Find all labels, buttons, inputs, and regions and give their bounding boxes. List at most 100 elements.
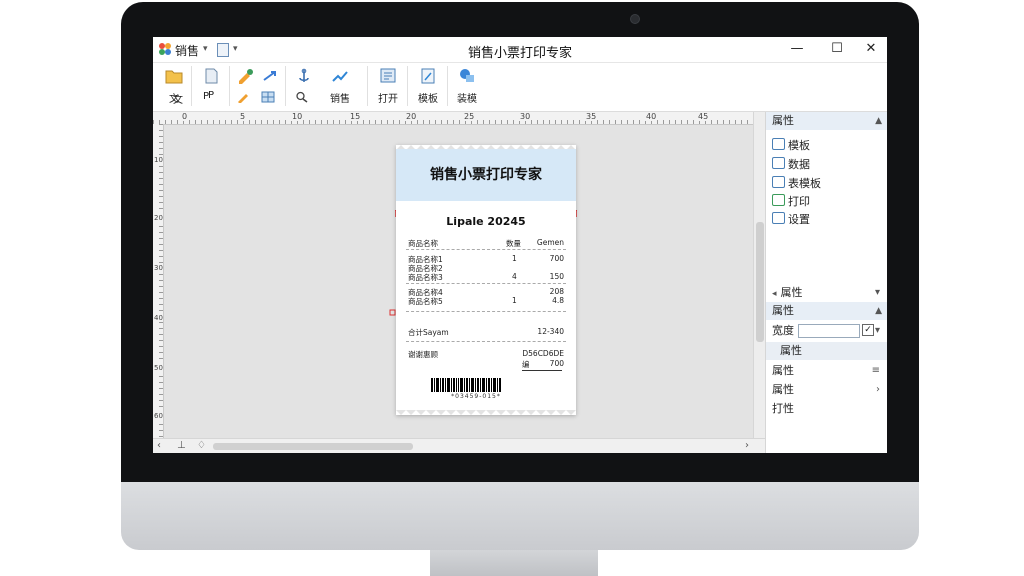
panel-section-header[interactable]: 属性 ▲ <box>766 302 887 320</box>
ribbon-button-shapes[interactable]: 装模 <box>452 66 482 106</box>
ribbon-toolbar: 文 P 销售 打开 模板 装模 文 P <box>153 63 887 112</box>
divider <box>406 341 566 342</box>
printer-icon <box>380 68 396 83</box>
divider <box>406 311 566 312</box>
ribbon-group-print: 打开 <box>369 66 408 106</box>
panel-item-settings[interactable]: 设置 <box>772 212 810 228</box>
horizontal-scrollbar[interactable]: ‹ ⊥ ♢ › <box>153 438 765 453</box>
checkbox[interactable]: ✓ <box>862 324 874 336</box>
anchor-icon <box>299 68 309 82</box>
chevron-right-icon: › <box>876 384 880 395</box>
chevron-down-icon: ▾ <box>874 325 880 336</box>
ruler-mark: 10 <box>154 156 163 164</box>
divider <box>406 249 566 250</box>
ruler-mark: 40 <box>645 112 658 121</box>
ruler-mark: 35 <box>585 112 598 121</box>
edit-shapes-icon <box>239 69 253 84</box>
receipt-subtitle: Lipale 20245 <box>446 215 526 228</box>
scroll-thumb[interactable] <box>213 443 413 450</box>
scroll-right-icon[interactable]: › <box>745 440 749 451</box>
ruler-mark: 30 <box>154 264 163 272</box>
print-icon <box>772 194 785 206</box>
ribbon-button-sales[interactable]: 销售 <box>325 66 355 106</box>
chevron-up-icon: ▲ <box>875 306 882 316</box>
receipt-header-row: 商品名称 数量 Gemen <box>408 238 564 248</box>
title-bar: 销售 ▾ ▾ 销售小票打印专家 — ☐ ✕ <box>153 37 887 63</box>
ribbon-button-open-print[interactable]: 打开 <box>373 66 403 106</box>
panel-item-data[interactable]: 数据 <box>772 157 810 173</box>
receipt-preview[interactable]: 销售小票打印专家 Lipale 20245 商品名称 数量 Gemen 商品名称… <box>396 145 576 415</box>
ruler-mark: 20 <box>154 214 163 222</box>
minimize-button[interactable]: — <box>785 40 809 58</box>
scroll-left-icon[interactable]: ‹ <box>157 440 161 451</box>
ribbon-group-page: P <box>193 66 230 106</box>
panel-row[interactable]: 打性 <box>772 400 882 418</box>
magnify-icon[interactable] <box>295 91 309 103</box>
ribbon-button-template[interactable]: 模板 <box>413 66 443 106</box>
data-icon <box>772 157 785 169</box>
panel-field-row: 宽度 ✓ ▾ <box>772 322 882 340</box>
bell-icon[interactable]: ♢ <box>197 440 206 451</box>
ribbon-button-page[interactable]: P <box>196 66 226 106</box>
panel-collapse-row[interactable]: ◂ 属性 ▾ <box>772 284 882 302</box>
chart-up-icon <box>332 71 348 82</box>
panel-item-template[interactable]: 模板 <box>772 138 810 154</box>
menu-icon: ≡ <box>871 365 880 376</box>
properties-panel: 属性▲ 模板 数据 表模板 打印 设置 ◂属性 ▾ 属性▲ 宽度 ✓ ▾ <box>765 112 887 453</box>
shapes-icon <box>460 69 474 82</box>
width-field[interactable] <box>798 324 860 338</box>
ruler-mark: 25 <box>463 112 476 121</box>
grid-icon[interactable] <box>261 91 275 103</box>
chevron-left-icon: ◂ <box>772 289 777 299</box>
folder-icon <box>165 70 183 84</box>
ruler-mark: 40 <box>154 314 163 322</box>
pin-icon[interactable]: ⊥ <box>177 440 186 451</box>
panel-section-header[interactable]: 属性 <box>766 342 887 360</box>
table-icon <box>772 176 785 188</box>
receipt-total: 合计Sayam 12-340 <box>408 327 564 337</box>
barcode <box>431 378 501 392</box>
file-icon <box>205 68 218 84</box>
settings-icon <box>772 212 785 224</box>
ruler-mark: 15 <box>349 112 362 121</box>
ruler-mark: 45 <box>697 112 710 121</box>
receipt-torn-edge <box>396 410 576 415</box>
ruler-mark: 20 <box>405 112 418 121</box>
divider <box>406 283 566 284</box>
panel-item-table[interactable]: 表模板 <box>772 176 821 192</box>
ribbon-button-pen[interactable]: P <box>203 91 209 102</box>
receipt-footer: 谢谢惠顾 D56CD6DE <box>408 349 564 359</box>
receipt-footer-sub: 编 700 <box>522 359 564 369</box>
ruler-mark: 60 <box>154 412 163 420</box>
panel-row[interactable]: 属性 ≡ <box>772 362 882 380</box>
ribbon-group-shapes: 装模 <box>449 66 485 106</box>
ribbon-button-text[interactable]: 文 <box>173 91 183 106</box>
receipt-item: 商品名称5 1 4.8 <box>408 296 564 306</box>
crop-mark <box>389 309 396 316</box>
app-window: 销售 ▾ ▾ 销售小票打印专家 — ☐ ✕ 文 P 销售 打开 模板 装模 文 … <box>153 37 887 453</box>
pencil-icon[interactable] <box>237 91 251 103</box>
template-icon <box>421 68 435 84</box>
arrow-icon <box>263 71 276 81</box>
ribbon-group-template: 模板 <box>409 66 448 106</box>
ruler-mark: 0 <box>181 112 189 121</box>
horizontal-ruler: 0 5 10 15 20 25 30 35 40 45 <box>153 112 753 125</box>
close-button[interactable]: ✕ <box>859 40 883 58</box>
monitor-chin <box>121 482 919 550</box>
ruler-mark: 30 <box>519 112 532 121</box>
template-icon <box>772 138 785 150</box>
webcam <box>630 14 640 24</box>
barcode-text: *03459-015* <box>451 393 501 400</box>
scroll-thumb[interactable] <box>756 222 764 342</box>
panel-row[interactable]: 属性 › <box>772 381 882 399</box>
underline <box>522 370 562 371</box>
maximize-button[interactable]: ☐ <box>825 40 849 58</box>
receipt-title: 销售小票打印专家 <box>430 167 542 183</box>
monitor-stand <box>430 550 598 576</box>
vertical-ruler: 10 20 30 40 50 60 <box>153 124 164 438</box>
panel-item-print[interactable]: 打印 <box>772 194 810 210</box>
panel-section-header[interactable]: 属性 ▲ <box>766 112 887 130</box>
chevron-down-icon: ▾ <box>874 287 880 298</box>
window-title: 销售小票打印专家 <box>467 46 572 61</box>
ruler-mark: 10 <box>291 112 304 121</box>
